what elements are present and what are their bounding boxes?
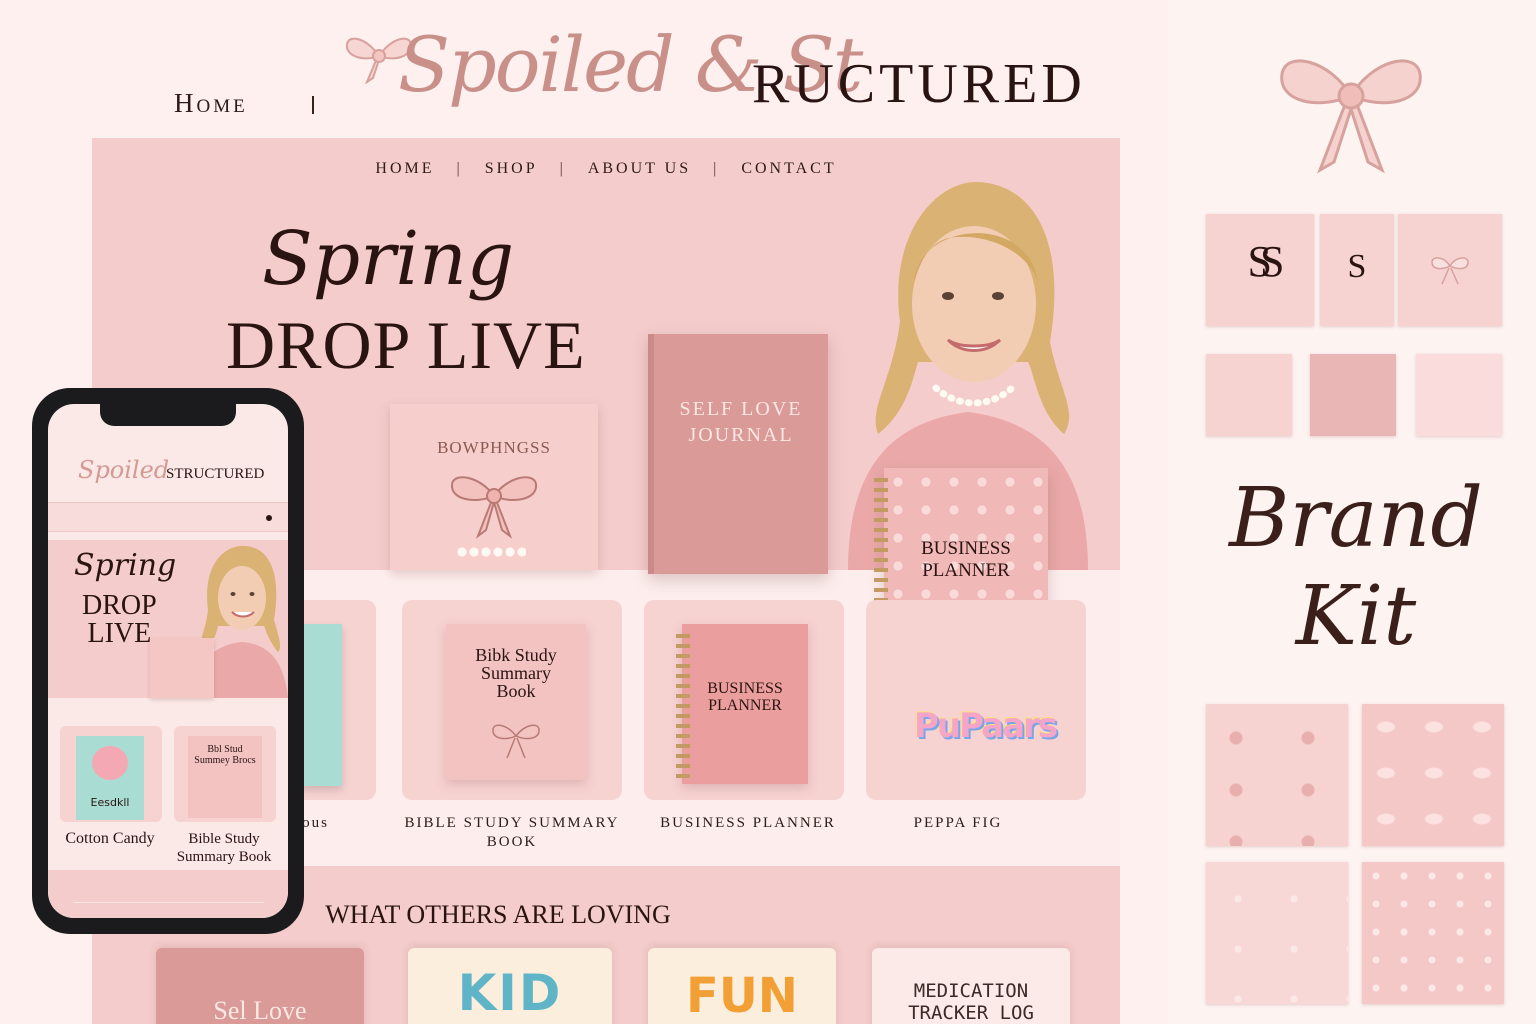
loving-card-medication[interactable]: MEDICATION TRACKER LOG (872, 948, 1070, 1024)
monogram-s: S (1347, 248, 1367, 285)
phone-notch (100, 404, 236, 426)
phone-menu-dot[interactable] (266, 515, 272, 521)
product-title[interactable]: BIBLE STUDY SUMMARY BOOK (397, 814, 627, 852)
phone-hero-title-line: DROP (82, 590, 157, 621)
bible-study-book-title: Bibk Study Summary Book (475, 645, 557, 701)
phone-product-card-bible-study[interactable]: Bbl Stud Summey Brocs (174, 726, 276, 822)
hero-book-bow-title: BOWPHNGSS (437, 438, 551, 457)
hero-title: DROP LIVE (226, 307, 586, 383)
phone-hero-title-line: LIVE (87, 618, 152, 649)
logo-caps-text: RUCTURED (752, 53, 1086, 115)
business-planner-book: BUSINESS PLANNER (676, 624, 808, 784)
pearl-decoration (456, 546, 526, 558)
phone-logo-script: Spoiled (78, 456, 170, 484)
phone-product-label[interactable]: Cotton Candy (58, 830, 162, 848)
pattern-small-dots (1206, 862, 1348, 1004)
monogram-ss: SS (1247, 237, 1285, 286)
brand-kit-title-line: Kit (1295, 569, 1417, 664)
phone-hero-title: DROP LIVE (82, 592, 157, 648)
phone-screen: Spoiled STRUCTURED Spring DROP LIVE Eesd… (48, 404, 288, 918)
header-home-link[interactable]: Home (174, 88, 248, 119)
pattern-bows (1362, 704, 1504, 846)
loving-card-label: MEDICATION TRACKER LOG (908, 980, 1034, 1024)
phone-bible-study-book: Bbl Stud Summey Brocs (188, 736, 262, 818)
loving-card-fun[interactable]: FUN (648, 948, 836, 1024)
self-love-journal-title: SELF LOVE JOURNAL (679, 398, 803, 446)
loving-card-label: FUN (686, 968, 798, 1024)
product-title[interactable]: PEPPA FIG (843, 814, 1073, 833)
nav-divider: | (713, 160, 720, 177)
bible-study-book: Bibk Study Summary Book (446, 624, 586, 780)
logo-swatch-monogram: SS (1206, 214, 1314, 326)
hero-book-bow[interactable]: BOWPHNGSS (390, 404, 598, 570)
phone-product-card-cotton-candy[interactable]: Eesdkll (60, 726, 162, 822)
phone-footer (48, 870, 288, 918)
hero-planner-title: BUSINESS PLANNER (921, 538, 1011, 581)
mockup-canvas: Home Spoiled & St RUCTURED HOME | SHOP |… (0, 0, 1536, 1024)
bow-icon (1431, 257, 1469, 285)
hero-script-title: Spring (262, 216, 515, 302)
brand-kit-title: Brand Kit (1226, 470, 1486, 666)
loving-card-label: Sel Love (213, 996, 307, 1024)
cotton-candy-illustration (92, 746, 128, 780)
loving-card-label: KID (457, 964, 563, 1022)
phone-footer-divider (74, 902, 264, 903)
nav-about-us[interactable]: ABOUT US (588, 160, 691, 178)
hero-book-self-love[interactable]: SELF LOVE JOURNAL (648, 334, 828, 574)
color-swatch-1 (1206, 354, 1292, 436)
pattern-pearl-dots (1362, 862, 1504, 1004)
loving-card-self-love[interactable]: Sel Love (156, 948, 364, 1024)
phone-hero-script: Spring (74, 548, 177, 583)
phone-bow-book (150, 638, 214, 698)
nav-divider: | (559, 160, 566, 177)
logo-swatch-bow (1398, 214, 1502, 326)
brand-kit-title-line: Brand (1229, 471, 1483, 566)
business-planner-book-title: BUSINESS PLANNER (707, 680, 783, 714)
bow-icon (450, 476, 538, 539)
product-card-peppa-fig[interactable] (866, 600, 1086, 800)
header-divider (312, 96, 314, 114)
phone-logo-caps: STRUCTURED (166, 466, 265, 482)
phone-bible-study-book-title: Bbl Stud Summey Brocs (194, 744, 256, 766)
bow-icon (1280, 59, 1422, 174)
logo-swatch-s: S (1320, 214, 1394, 326)
phone-product-label[interactable]: Bible Study Summary Book (168, 830, 280, 866)
cotton-candy-book: Eesdkll (76, 736, 144, 820)
phone-nav-bar[interactable] (48, 502, 288, 532)
pattern-large-dots (1206, 704, 1348, 846)
color-swatch-2 (1310, 354, 1396, 436)
nav-contact[interactable]: CONTACT (741, 160, 836, 178)
bow-icon (492, 724, 540, 759)
color-swatch-3 (1416, 354, 1502, 436)
product-title[interactable]: BUSINESS PLANNER (633, 814, 863, 833)
cotton-candy-book-title: Eesdkll (90, 796, 130, 809)
nav-home[interactable]: HOME (375, 160, 434, 178)
peppa-logo: PuPaars (914, 706, 1058, 746)
nav-shop[interactable]: SHOP (485, 160, 538, 178)
cotton-candy-book (300, 624, 342, 786)
nav-divider: | (456, 160, 463, 177)
phone-mockup: Spoiled STRUCTURED Spring DROP LIVE Eesd… (32, 388, 304, 934)
loving-card-kid[interactable]: KID (408, 948, 612, 1024)
